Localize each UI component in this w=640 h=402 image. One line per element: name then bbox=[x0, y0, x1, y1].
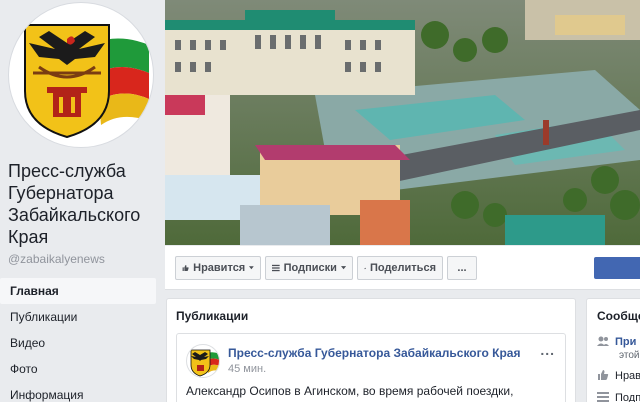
chevron-down-icon bbox=[249, 266, 254, 270]
primary-cta-button[interactable] bbox=[594, 257, 640, 279]
follow-button[interactable]: Подписки bbox=[265, 256, 353, 280]
nav-item-photos[interactable]: Фото bbox=[0, 356, 156, 382]
city-aerial-image bbox=[165, 0, 640, 245]
left-column: Пресс-служба Губернатора Забайкальского … bbox=[0, 0, 160, 402]
cover-photo[interactable] bbox=[165, 0, 640, 245]
nav-item-home[interactable]: Главная bbox=[0, 278, 156, 304]
page-avatar[interactable] bbox=[8, 2, 154, 148]
post-author-link[interactable]: Пресс-служба Губернатора Забайкальского … bbox=[228, 346, 520, 360]
chevron-down-icon bbox=[340, 266, 346, 270]
coat-of-arms-logo bbox=[190, 349, 219, 377]
rss-feed-icon bbox=[272, 264, 280, 272]
post-card: Пресс-служба Губернатора Забайкальского … bbox=[176, 333, 566, 402]
community-likes-row: Нрав bbox=[597, 369, 640, 382]
share-arrow-icon bbox=[364, 267, 366, 269]
community-follows-row: Подп bbox=[597, 391, 640, 402]
publications-card: Публикации Пресс-служба Губернатора Заба… bbox=[166, 298, 576, 402]
coat-of-arms-logo bbox=[24, 24, 149, 139]
page-handle[interactable]: @zabaikalyenews bbox=[8, 252, 105, 266]
publications-heading: Публикации bbox=[176, 309, 249, 323]
community-invite-sub: этой bbox=[619, 350, 640, 361]
page-action-bar: Нравится Подписки Поделиться ... bbox=[165, 246, 640, 290]
more-options-button[interactable]: ... bbox=[447, 256, 477, 280]
nav-item-about[interactable]: Информация bbox=[0, 382, 156, 402]
rss-feed-icon bbox=[597, 392, 609, 402]
people-icon bbox=[597, 336, 609, 346]
share-button[interactable]: Поделиться bbox=[357, 256, 443, 280]
like-label: Нравится bbox=[193, 262, 246, 274]
community-likes-text: Нрав bbox=[615, 370, 640, 382]
post-text: Александр Осипов в Агинском, во время ра… bbox=[186, 384, 514, 398]
nav-item-posts[interactable]: Публикации bbox=[0, 304, 156, 330]
thumbs-up-icon bbox=[598, 370, 609, 380]
community-card: Сообще При этой Нрав Подп bbox=[586, 298, 640, 402]
nav-item-videos[interactable]: Видео bbox=[0, 330, 156, 356]
community-invite-row[interactable]: При bbox=[597, 335, 636, 348]
post-author-avatar[interactable] bbox=[186, 344, 220, 378]
page-title[interactable]: Пресс-служба Губернатора Забайкальского … bbox=[8, 160, 158, 248]
post-timestamp[interactable]: 45 мин. bbox=[228, 363, 266, 375]
like-button[interactable]: Нравится bbox=[175, 256, 261, 280]
community-heading: Сообще bbox=[597, 309, 640, 323]
more-options-label: ... bbox=[457, 262, 467, 274]
share-label: Поделиться bbox=[369, 262, 436, 274]
post-options-button[interactable]: ... bbox=[540, 342, 555, 358]
thumbs-up-icon bbox=[182, 265, 189, 271]
community-invite-link[interactable]: При bbox=[615, 336, 636, 348]
community-follows-text: Подп bbox=[615, 392, 640, 402]
page-nav: Главная Публикации Видео Фото Информация bbox=[0, 278, 156, 402]
follow-label: Подписки bbox=[283, 262, 337, 274]
